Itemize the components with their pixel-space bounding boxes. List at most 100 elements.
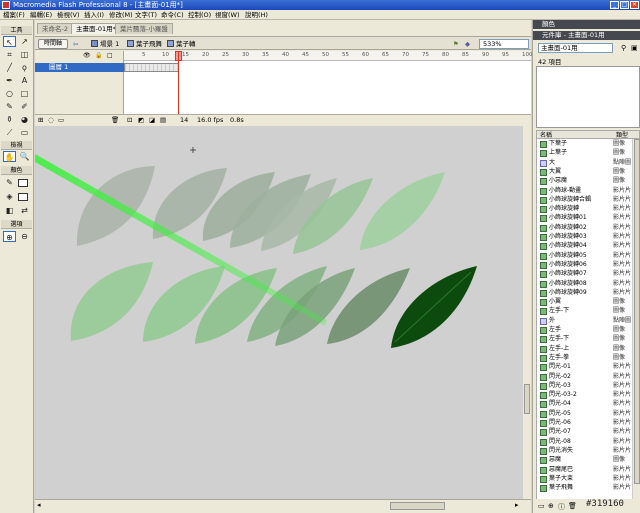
breadcrumb-leaf-turn[interactable]: 葉子轉 bbox=[176, 40, 196, 48]
symbol-icon bbox=[540, 457, 547, 465]
toolbox: 工具 ↖ ↗ ⌗ ◫ ╱ ϙ ✒ A ○ □ ✎ ✐ ⚱ ◕ ⟋ ▭ 檢視 ✋ … bbox=[0, 20, 34, 513]
insert-folder-icon[interactable]: ▭ bbox=[58, 116, 64, 124]
options-section-label: 選項 bbox=[1, 220, 32, 229]
new-folder-icon[interactable]: ▭ bbox=[538, 502, 545, 510]
zoom-tool-icon[interactable]: 🔍 bbox=[18, 151, 31, 162]
symbol-icon bbox=[540, 345, 547, 353]
tab-main-screen[interactable]: 主畫面-01用* bbox=[71, 23, 121, 34]
center-frame-icon[interactable]: ⊡ bbox=[127, 116, 132, 124]
scene-icon bbox=[91, 40, 98, 47]
scroll-right-icon[interactable]: ▸ bbox=[515, 501, 519, 509]
library-select-value: 主畫面-01用 bbox=[541, 44, 578, 52]
edit-scene-icon[interactable]: ⚑ bbox=[453, 40, 459, 48]
hand-tool-icon[interactable]: ✋ bbox=[3, 151, 16, 162]
motion-guide-icon[interactable]: ◌ bbox=[48, 116, 54, 124]
zoom-out-option-icon[interactable]: ⊖ bbox=[18, 231, 31, 242]
eyedropper-tool-icon[interactable]: ⟋ bbox=[3, 127, 16, 138]
new-symbol-icon[interactable]: ⊕ bbox=[548, 502, 554, 510]
line-tool-icon[interactable]: ╱ bbox=[3, 62, 16, 73]
brush-tool-icon[interactable]: ✐ bbox=[18, 101, 31, 112]
tab-leaf-falling[interactable]: 葉片飄落-小羅盤 bbox=[115, 23, 173, 34]
timeline-toggle-button[interactable]: 時間軸 bbox=[38, 39, 68, 49]
frame-ruler[interactable]: 5 10 15 20 25 30 35 40 45 50 55 60 65 70… bbox=[124, 51, 533, 61]
menu-view[interactable]: 檢視(V) bbox=[57, 11, 80, 19]
symbol-icon bbox=[540, 168, 547, 176]
lasso-tool-icon[interactable]: ϙ bbox=[18, 62, 31, 73]
keyframe-strip[interactable] bbox=[124, 63, 179, 72]
tab-untitled-2[interactable]: 未命名-2 bbox=[37, 23, 73, 34]
edit-symbol-icon[interactable]: ◆ bbox=[465, 40, 470, 48]
stage-vertical-scrollbar[interactable] bbox=[523, 126, 531, 499]
pen-tool-icon[interactable]: ✒ bbox=[3, 75, 16, 86]
menu-insert[interactable]: 插入(I) bbox=[84, 11, 104, 19]
stage-horizontal-scrollbar[interactable]: ◂ ▸ bbox=[35, 499, 531, 513]
menu-modify[interactable]: 修改(M) bbox=[109, 11, 133, 19]
horizontal-scroll-thumb[interactable] bbox=[390, 502, 445, 510]
menu-text[interactable]: 文字(T) bbox=[135, 11, 157, 19]
menu-control[interactable]: 控制(O) bbox=[188, 11, 211, 19]
oval-tool-icon[interactable]: ○ bbox=[3, 88, 16, 99]
gradient-transform-tool-icon[interactable]: ◫ bbox=[18, 49, 31, 60]
library-document-select[interactable]: 主畫面-01用 bbox=[538, 43, 613, 53]
onion-skin-icon[interactable]: ◩ bbox=[138, 116, 144, 124]
delete-icon[interactable]: 🗑 bbox=[568, 502, 577, 510]
layer-row[interactable]: 圖層 1 bbox=[35, 63, 124, 72]
library-scroll-thumb[interactable] bbox=[634, 139, 640, 484]
symbol-icon bbox=[540, 382, 547, 390]
fill-color-swatch[interactable] bbox=[18, 193, 28, 201]
close-button[interactable]: × bbox=[630, 1, 639, 9]
ruler-tick: 45 bbox=[302, 52, 309, 58]
rectangle-tool-icon[interactable]: □ bbox=[18, 88, 31, 99]
swap-colors-icon[interactable]: ⇄ bbox=[18, 205, 31, 216]
stroke-color-swatch[interactable] bbox=[18, 179, 28, 187]
lock-icon[interactable]: 🔒 bbox=[95, 52, 102, 59]
insert-layer-icon[interactable]: ⊞ bbox=[38, 116, 43, 124]
menu-help[interactable]: 說明(H) bbox=[245, 11, 268, 19]
symbol-icon bbox=[540, 336, 547, 344]
menu-edit[interactable]: 編輯(E) bbox=[30, 11, 52, 19]
scroll-left-icon[interactable]: ◂ bbox=[37, 501, 41, 509]
color-panel-header[interactable]: 顏色 bbox=[533, 20, 640, 29]
default-colors-icon[interactable]: ◧ bbox=[3, 205, 16, 216]
eye-icon[interactable]: 👁 bbox=[83, 52, 91, 59]
fill-color-icon[interactable]: ◈ bbox=[3, 191, 16, 202]
library-panel-header[interactable]: 元件庫 - 主畫面-01用 bbox=[533, 31, 640, 40]
free-transform-tool-icon[interactable]: ⌗ bbox=[3, 49, 16, 60]
minimize-button[interactable]: _ bbox=[610, 1, 619, 9]
stroke-color-icon[interactable]: ✎ bbox=[3, 177, 16, 188]
library-scrollbar[interactable] bbox=[632, 139, 640, 499]
maximize-button[interactable]: □ bbox=[620, 1, 629, 9]
back-arrow-icon[interactable]: ⇦ bbox=[73, 40, 78, 48]
stage[interactable] bbox=[35, 126, 531, 499]
menu-commands[interactable]: 命令(C) bbox=[161, 11, 184, 19]
menu-file[interactable]: 檔案(F) bbox=[3, 11, 25, 19]
outline-icon[interactable]: □ bbox=[107, 52, 113, 59]
paint-bucket-tool-icon[interactable]: ◕ bbox=[18, 114, 31, 125]
zoom-in-option-icon[interactable]: ⊕ bbox=[3, 231, 16, 242]
breadcrumb-leaf-flying[interactable]: 葉子飛舞 bbox=[136, 40, 162, 48]
delete-layer-icon[interactable]: 🗑 bbox=[111, 116, 119, 124]
eraser-tool-icon[interactable]: ▭ bbox=[18, 127, 31, 138]
column-type[interactable]: 類型 bbox=[616, 132, 628, 139]
pin-icon[interactable]: ⚲ bbox=[621, 44, 626, 52]
selection-tool-icon[interactable]: ↖ bbox=[3, 36, 16, 47]
breadcrumb-scene[interactable]: 場景 1 bbox=[100, 40, 119, 48]
pencil-tool-icon[interactable]: ✎ bbox=[3, 101, 16, 112]
column-name[interactable]: 名稱 bbox=[540, 132, 552, 139]
leaf-shape[interactable] bbox=[70, 262, 153, 341]
text-tool-icon[interactable]: A bbox=[18, 75, 31, 86]
symbol-icon bbox=[540, 178, 547, 186]
ink-bottle-tool-icon[interactable]: ⚱ bbox=[3, 114, 16, 125]
onion-outline-icon[interactable]: ◪ bbox=[149, 116, 155, 124]
edit-multiple-frames-icon[interactable]: ▤ bbox=[160, 116, 166, 124]
library-item[interactable]: 葉子飛舞 影片片 bbox=[537, 483, 632, 493]
symbol-icon bbox=[540, 364, 547, 372]
subselection-tool-icon[interactable]: ↗ bbox=[18, 36, 31, 47]
vertical-scroll-thumb[interactable] bbox=[524, 384, 530, 414]
properties-icon[interactable]: ⓘ bbox=[558, 502, 565, 512]
zoom-select[interactable]: 533% bbox=[479, 39, 529, 49]
library-item-count: 42 項目 bbox=[538, 58, 562, 66]
menu-window[interactable]: 視窗(W) bbox=[215, 11, 240, 19]
new-library-icon[interactable]: ▣ bbox=[631, 44, 638, 52]
leaf-shape[interactable] bbox=[360, 172, 445, 250]
